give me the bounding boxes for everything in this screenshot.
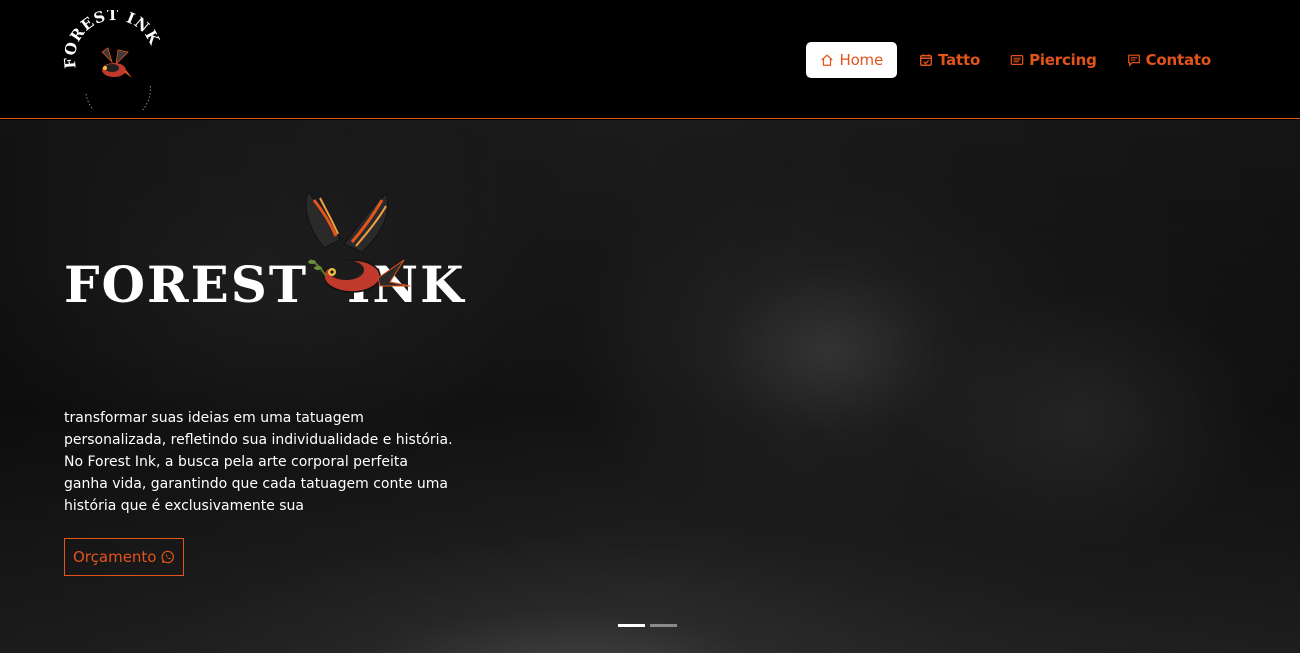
main-nav: Home Tatto Piercing Contato (804, 42, 1225, 78)
hero-description: transformar suas ideias em uma tatuagem … (64, 410, 453, 514)
hero-carousel: FOREST INK transformar suas ideias em um… (0, 120, 1300, 653)
nav-home-label: Home (839, 51, 883, 69)
nav-home[interactable]: Home (806, 42, 897, 78)
nav-piercing[interactable]: Piercing (996, 42, 1111, 78)
nav-contato[interactable]: Contato (1113, 42, 1225, 78)
swallow-logo-icon: FOREST INK (62, 10, 164, 110)
nav-contato-label: Contato (1145, 51, 1212, 69)
chat-icon (1127, 54, 1140, 67)
calendar-check-icon (920, 54, 932, 66)
carousel-dot-1[interactable] (618, 624, 645, 627)
brand-logo[interactable]: FOREST INK (62, 10, 166, 110)
list-icon (1010, 55, 1024, 65)
orcamento-button-label: Orçamento (73, 548, 157, 566)
site-header: FOREST INK Home Tatto Piercing Contato (0, 0, 1300, 119)
home-icon (821, 54, 834, 66)
nav-tatto-label: Tatto (937, 51, 981, 69)
swallow-icon (305, 190, 411, 293)
hero-logo (62, 190, 438, 314)
carousel-dot-2[interactable] (650, 624, 677, 627)
whatsapp-icon (161, 550, 174, 564)
nav-tatto[interactable]: Tatto (905, 42, 994, 78)
orcamento-button[interactable]: Orçamento (64, 538, 184, 576)
nav-piercing-label: Piercing (1029, 51, 1097, 69)
svg-text:FOREST INK: FOREST INK (62, 10, 164, 69)
carousel-indicators (618, 624, 677, 627)
